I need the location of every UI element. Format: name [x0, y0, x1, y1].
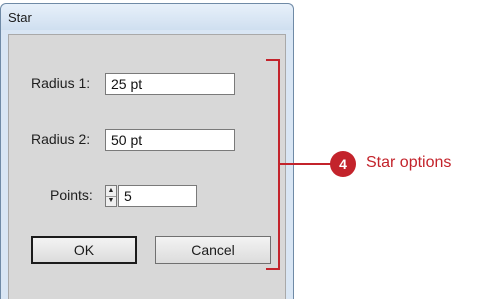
ok-button[interactable]: OK [31, 236, 137, 264]
cancel-button[interactable]: Cancel [155, 236, 271, 264]
radius1-label: Radius 1: [31, 75, 91, 91]
points-stepper[interactable]: ▲ ▼ [105, 185, 117, 207]
dialog-title: Star [8, 10, 32, 25]
radius2-label: Radius 2: [31, 131, 91, 147]
step-number-badge: 4 [330, 151, 356, 177]
star-dialog: Star Radius 1: Radius 2: Points: ▲ ▼ OK … [0, 3, 294, 299]
screenshot-canvas: Star Radius 1: Radius 2: Points: ▲ ▼ OK … [0, 0, 485, 299]
points-input[interactable] [118, 185, 197, 207]
dialog-titlebar[interactable]: Star [1, 4, 293, 30]
dialog-content: Radius 1: Radius 2: Points: ▲ ▼ OK Cance… [8, 34, 286, 299]
callout-connector-line [280, 163, 334, 165]
callout-bracket [266, 59, 280, 270]
callout-label: Star options [366, 154, 452, 171]
radius2-input[interactable] [105, 129, 235, 151]
stepper-down-arrow-icon[interactable]: ▼ [106, 196, 116, 206]
points-label: Points: [50, 187, 93, 203]
radius1-input[interactable] [105, 73, 235, 95]
